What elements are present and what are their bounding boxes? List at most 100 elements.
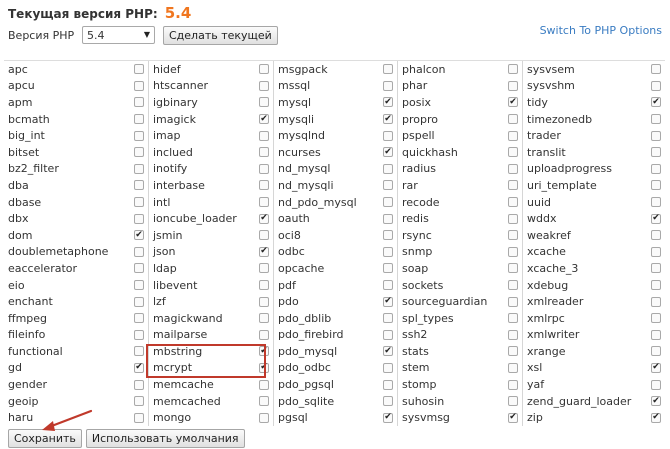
extension-row[interactable]: rsync xyxy=(398,227,522,244)
extension-row[interactable]: eio xyxy=(4,277,148,294)
extension-checkbox[interactable] xyxy=(651,114,661,125)
extension-checkbox[interactable] xyxy=(508,213,518,224)
extension-row[interactable]: xmlrpc xyxy=(523,310,665,327)
extension-checkbox[interactable] xyxy=(259,147,269,158)
extension-row[interactable]: inotify xyxy=(149,161,273,178)
extension-checkbox[interactable]: ✔ xyxy=(508,412,518,423)
extension-row[interactable]: stomp xyxy=(398,376,522,393)
extension-checkbox[interactable]: ✔ xyxy=(651,412,661,423)
extension-checkbox[interactable] xyxy=(134,346,144,357)
extension-row[interactable]: jsmin xyxy=(149,227,273,244)
extension-checkbox[interactable]: ✔ xyxy=(134,230,144,241)
extension-row[interactable]: snmp xyxy=(398,244,522,261)
extension-row[interactable]: memcache xyxy=(149,376,273,393)
extension-checkbox[interactable] xyxy=(508,64,518,75)
extension-row[interactable]: ncurses ✔ xyxy=(274,144,397,161)
extension-row[interactable]: redis xyxy=(398,210,522,227)
extension-checkbox[interactable] xyxy=(651,163,661,174)
extension-row[interactable]: interbase xyxy=(149,177,273,194)
extension-checkbox[interactable] xyxy=(383,362,393,373)
extension-row[interactable]: xrange xyxy=(523,343,665,360)
extension-row[interactable]: mongo xyxy=(149,409,273,426)
extension-row[interactable]: mysql ✔ xyxy=(274,94,397,111)
extension-checkbox[interactable] xyxy=(134,379,144,390)
extension-checkbox[interactable] xyxy=(259,97,269,108)
extension-row[interactable]: apc xyxy=(4,61,148,78)
extension-checkbox[interactable] xyxy=(134,213,144,224)
extension-row[interactable]: propro xyxy=(398,111,522,128)
extension-row[interactable]: uri_template xyxy=(523,177,665,194)
extension-row[interactable]: phar xyxy=(398,78,522,95)
extension-checkbox[interactable] xyxy=(651,313,661,324)
extension-checkbox[interactable] xyxy=(651,64,661,75)
set-current-button[interactable]: Сделать текущей xyxy=(163,25,278,45)
extension-checkbox[interactable] xyxy=(383,130,393,141)
extension-checkbox[interactable] xyxy=(508,230,518,241)
extension-row[interactable]: mssql xyxy=(274,78,397,95)
extension-checkbox[interactable] xyxy=(508,130,518,141)
extension-row[interactable]: odbc xyxy=(274,244,397,261)
extension-checkbox[interactable] xyxy=(259,280,269,291)
extension-row[interactable]: radius xyxy=(398,161,522,178)
extension-checkbox[interactable] xyxy=(651,80,661,91)
extension-row[interactable]: zip ✔ xyxy=(523,409,665,426)
extension-checkbox[interactable] xyxy=(259,230,269,241)
extension-row[interactable]: pdo_sqlite xyxy=(274,393,397,410)
extension-checkbox[interactable] xyxy=(383,329,393,340)
extension-checkbox[interactable]: ✔ xyxy=(383,412,393,423)
extension-checkbox[interactable] xyxy=(508,263,518,274)
extension-row[interactable]: opcache xyxy=(274,260,397,277)
extension-row[interactable]: big_int xyxy=(4,127,148,144)
extension-row[interactable]: oauth xyxy=(274,210,397,227)
extension-checkbox[interactable]: ✔ xyxy=(383,346,393,357)
extension-checkbox[interactable] xyxy=(383,230,393,241)
extension-row[interactable]: sysvmsg ✔ xyxy=(398,409,522,426)
extension-row[interactable]: htscanner xyxy=(149,78,273,95)
extension-checkbox[interactable] xyxy=(134,114,144,125)
extension-row[interactable]: pdo ✔ xyxy=(274,293,397,310)
extension-checkbox[interactable]: ✔ xyxy=(259,114,269,125)
extension-checkbox[interactable] xyxy=(134,263,144,274)
extension-row[interactable]: quickhash xyxy=(398,144,522,161)
extension-row[interactable]: dom ✔ xyxy=(4,227,148,244)
extension-row[interactable]: pdf xyxy=(274,277,397,294)
extension-checkbox[interactable] xyxy=(651,329,661,340)
extension-row[interactable]: weakref xyxy=(523,227,665,244)
extension-checkbox[interactable] xyxy=(508,379,518,390)
extension-checkbox[interactable] xyxy=(134,313,144,324)
extension-row[interactable]: ldap xyxy=(149,260,273,277)
php-version-select[interactable]: 5.4 ▼ xyxy=(82,26,155,44)
extension-row[interactable]: dba xyxy=(4,177,148,194)
extension-checkbox[interactable] xyxy=(651,246,661,257)
extension-row[interactable]: timezonedb xyxy=(523,111,665,128)
extension-checkbox[interactable] xyxy=(651,263,661,274)
extension-checkbox[interactable] xyxy=(134,412,144,423)
extension-row[interactable]: lzf xyxy=(149,293,273,310)
extension-row[interactable]: libevent xyxy=(149,277,273,294)
extension-row[interactable]: yaf xyxy=(523,376,665,393)
extension-row[interactable]: magickwand xyxy=(149,310,273,327)
extension-row[interactable]: xcache_3 xyxy=(523,260,665,277)
extension-row[interactable]: sysvsem xyxy=(523,61,665,78)
extension-row[interactable]: doublemetaphone xyxy=(4,244,148,261)
extension-checkbox[interactable] xyxy=(383,180,393,191)
extension-row[interactable]: xsl ✔ xyxy=(523,360,665,377)
extension-checkbox[interactable] xyxy=(259,329,269,340)
extension-checkbox[interactable] xyxy=(383,313,393,324)
extension-checkbox[interactable] xyxy=(134,180,144,191)
extension-checkbox[interactable] xyxy=(134,97,144,108)
extension-checkbox[interactable] xyxy=(508,180,518,191)
extension-row[interactable]: mysqli ✔ xyxy=(274,111,397,128)
extension-row[interactable]: ssh2 xyxy=(398,327,522,344)
extension-checkbox[interactable] xyxy=(259,379,269,390)
extension-row[interactable]: msgpack xyxy=(274,61,397,78)
extension-row[interactable]: pdo_odbc xyxy=(274,360,397,377)
extension-checkbox[interactable] xyxy=(383,197,393,208)
extension-row[interactable]: wddx ✔ xyxy=(523,210,665,227)
extension-row[interactable]: suhosin xyxy=(398,393,522,410)
extension-checkbox[interactable]: ✔ xyxy=(383,296,393,307)
extension-checkbox[interactable] xyxy=(259,197,269,208)
extension-row[interactable]: pdo_dblib xyxy=(274,310,397,327)
extension-row[interactable]: soap xyxy=(398,260,522,277)
extension-row[interactable]: bitset xyxy=(4,144,148,161)
